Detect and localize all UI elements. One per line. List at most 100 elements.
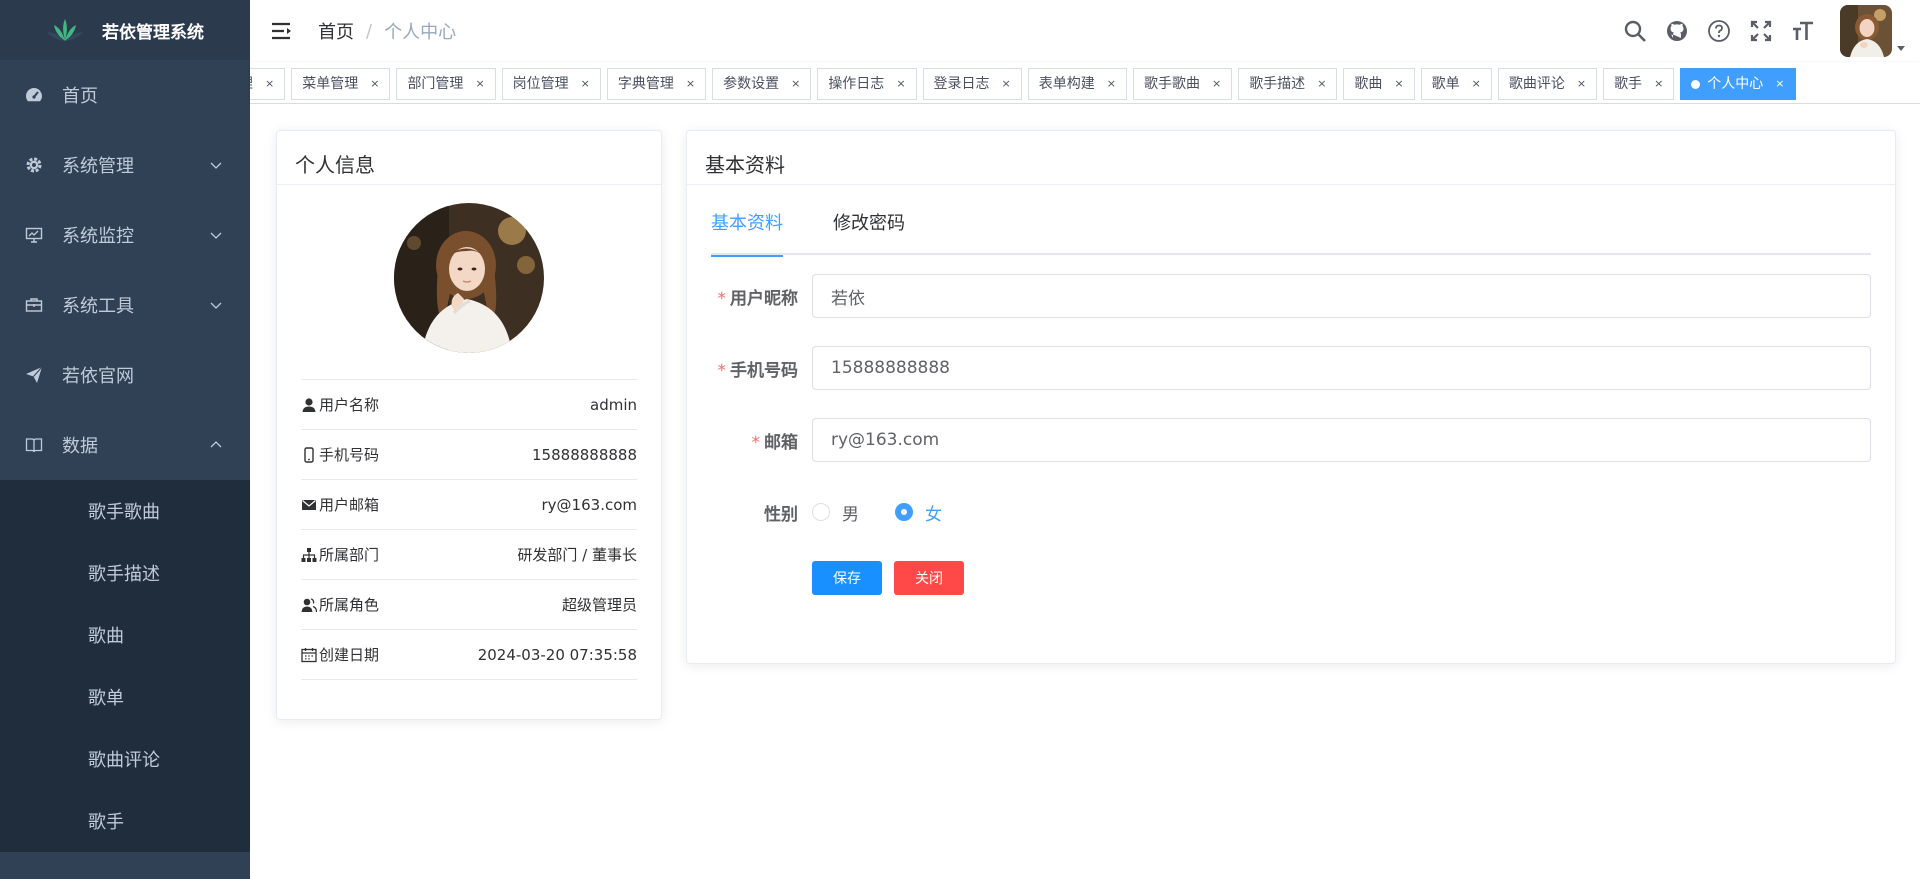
tab-basic-info[interactable]: 基本资料	[711, 209, 783, 257]
user-avatar-dropdown[interactable]	[1840, 5, 1905, 57]
required-mark: *	[751, 432, 761, 453]
close-icon[interactable]: ×	[686, 69, 695, 99]
sidebar-item-home[interactable]: 首页	[0, 60, 250, 130]
search-icon[interactable]	[1622, 18, 1648, 44]
info-value: 超级管理员	[561, 596, 637, 614]
close-icon[interactable]: ×	[475, 69, 484, 99]
sex-radio-group: 男 女	[812, 500, 978, 525]
info-value: 研发部门 / 董事长	[517, 546, 637, 564]
gear-icon	[24, 155, 44, 175]
phone-label: * 手机号码	[711, 356, 812, 381]
radio-label: 男	[842, 504, 859, 525]
profile-avatar[interactable]	[394, 203, 544, 353]
logo[interactable]: 若依管理系统	[0, 0, 250, 60]
sidebar-item-data[interactable]: 数据	[0, 410, 250, 480]
tag-item[interactable]: 歌手描述 ×	[1238, 68, 1338, 100]
radio-circle-checked[interactable]	[895, 503, 913, 521]
book-icon	[24, 435, 44, 455]
close-icon[interactable]: ×	[791, 69, 800, 99]
tag-item[interactable]: 歌手 ×	[1603, 68, 1675, 100]
tag-item[interactable]: 歌曲评论 ×	[1497, 68, 1598, 100]
radio-female[interactable]: 女	[895, 500, 942, 525]
close-icon[interactable]: ×	[1654, 69, 1663, 99]
save-button[interactable]: 保存	[812, 561, 882, 595]
sidebar: 若依管理系统 首页 系统管理 系统监控 系统工具 若依官网 数据 歌手歌曲 歌手…	[0, 0, 250, 879]
info-label: 用户名称	[319, 396, 380, 414]
close-icon[interactable]: ×	[1394, 69, 1403, 99]
tag-item[interactable]: 字典管理 ×	[606, 68, 707, 100]
tag-item[interactable]: 理×	[250, 68, 286, 100]
active-dot-icon	[1691, 79, 1701, 89]
tag-label: 个人中心	[1707, 76, 1764, 92]
phone-input[interactable]: 15888888888	[812, 346, 1871, 390]
close-icon[interactable]: ×	[1577, 69, 1586, 99]
tag-item[interactable]: 部门管理 ×	[396, 68, 496, 100]
caret-down-icon	[1897, 46, 1905, 51]
form-row-email: * 邮箱 ry@163.com	[711, 417, 1871, 463]
close-icon[interactable]: ×	[1107, 69, 1116, 99]
info-value: 15888888888	[532, 445, 637, 464]
sidebar-item-website[interactable]: 若依官网	[0, 340, 250, 410]
info-row-username: 用户名称 admin	[301, 380, 637, 430]
sidebar-item-monitor[interactable]: 系统监控	[0, 200, 250, 270]
submenu-item[interactable]: 歌曲评论	[0, 728, 250, 790]
app-main: 个人信息 用户名称 admin 手机号码 15888888888 用户邮箱 ry…	[250, 104, 1920, 879]
breadcrumb-home[interactable]: 首页	[318, 18, 354, 44]
close-button[interactable]: 关闭	[894, 561, 964, 595]
close-icon[interactable]: ×	[1775, 69, 1784, 99]
submenu-item[interactable]: 歌手歌曲	[0, 480, 250, 542]
tag-item[interactable]: 操作日志 ×	[817, 68, 917, 100]
tag-label: 参数设置	[723, 76, 780, 92]
tag-item[interactable]: 歌单 ×	[1420, 68, 1492, 100]
close-icon[interactable]: ×	[581, 69, 590, 99]
tag-item[interactable]: 登录日志 ×	[922, 68, 1022, 100]
tag-item[interactable]: 参数设置 ×	[712, 68, 812, 100]
tag-item[interactable]: 歌曲 ×	[1343, 68, 1415, 100]
info-label: 手机号码	[319, 446, 380, 464]
sidebar-item-tools[interactable]: 系统工具	[0, 270, 250, 340]
nickname-label: * 用户昵称	[711, 284, 812, 309]
submenu-item[interactable]: 歌曲	[0, 604, 250, 666]
close-icon[interactable]: ×	[370, 69, 379, 99]
hamburger-icon[interactable]	[270, 19, 294, 43]
chevron-down-icon	[210, 232, 222, 239]
close-icon[interactable]: ×	[265, 69, 274, 99]
required-mark: *	[717, 288, 727, 309]
sex-label: 性别	[764, 504, 798, 525]
form-row-phone: * 手机号码 15888888888	[711, 345, 1871, 391]
chevron-down-icon	[210, 162, 222, 169]
tab-change-password[interactable]: 修改密码	[833, 209, 905, 255]
tag-item-active[interactable]: 个人中心 ×	[1680, 68, 1796, 100]
sidebar-item-label: 数据	[62, 436, 98, 457]
close-icon[interactable]: ×	[1002, 69, 1011, 99]
tag-label: 歌手	[1614, 76, 1643, 92]
info-row-phone: 手机号码 15888888888	[301, 430, 637, 480]
fullscreen-icon[interactable]	[1748, 18, 1774, 44]
sidebar-item-system[interactable]: 系统管理	[0, 130, 250, 200]
tag-item[interactable]: 表单构建 ×	[1027, 68, 1127, 100]
tag-item[interactable]: 歌手歌曲 ×	[1132, 68, 1233, 100]
tag-item[interactable]: 菜单管理 ×	[291, 68, 391, 100]
close-icon[interactable]: ×	[1317, 69, 1326, 99]
tags-view: 理× 菜单管理× 部门管理× 岗位管理× 字典管理 × 参数设置 × 操作日志× 登…	[250, 62, 1920, 104]
submenu-item[interactable]: 歌手描述	[0, 542, 250, 604]
close-icon[interactable]: ×	[896, 69, 905, 99]
email-input[interactable]: ry@163.com	[812, 418, 1871, 462]
submenu-data: 歌手歌曲 歌手描述 歌曲 歌单 歌曲评论 歌手	[0, 480, 250, 852]
tag-item[interactable]: 岗位管理 ×	[501, 68, 601, 100]
info-label-wrap: 所属角色	[301, 594, 379, 615]
breadcrumb-current: 个人中心	[384, 22, 457, 43]
github-icon[interactable]	[1664, 18, 1690, 44]
close-icon[interactable]: ×	[1472, 69, 1481, 99]
submenu-item[interactable]: 歌手	[0, 790, 250, 852]
font-size-icon[interactable]	[1790, 18, 1816, 44]
radio-male[interactable]: 男	[812, 500, 859, 525]
close-icon[interactable]: ×	[1212, 69, 1221, 99]
tag-label: 字典管理	[617, 76, 674, 92]
nickname-input[interactable]: 若依	[812, 274, 1871, 318]
avatar[interactable]	[1840, 5, 1892, 57]
radio-circle[interactable]	[812, 503, 830, 521]
help-icon[interactable]	[1706, 18, 1732, 44]
tags-scroll[interactable]: 理× 菜单管理× 部门管理× 岗位管理× 字典管理 × 参数设置 × 操作日志× 登…	[250, 68, 1802, 100]
submenu-item[interactable]: 歌单	[0, 666, 250, 728]
